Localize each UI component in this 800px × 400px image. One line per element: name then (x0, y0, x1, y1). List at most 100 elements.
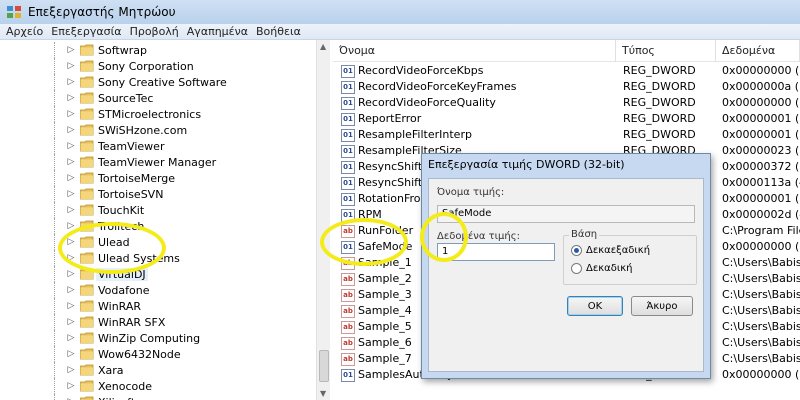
tree-item[interactable]: ▷ Ulead (0, 234, 316, 250)
menu-view[interactable]: Προβολή (128, 25, 185, 38)
expand-arrow-icon[interactable]: ▷ (66, 202, 76, 218)
tree-item[interactable]: ▷ Trolltech (0, 218, 316, 234)
tree-scrollbar[interactable]: ▲ ▼ (316, 40, 330, 400)
tree-item-label: Trolltech (98, 219, 145, 233)
folder-icon (80, 284, 94, 296)
menu-edit[interactable]: Επεξεργασία (49, 25, 127, 38)
expand-arrow-icon[interactable]: ▷ (66, 138, 76, 154)
expand-arrow-icon[interactable]: ▷ (66, 298, 76, 314)
tree-item[interactable]: ▷ WinZip Computing (0, 330, 316, 346)
value-name: Sample_1 (358, 256, 412, 269)
tree-item-label: Vodafone (98, 283, 150, 297)
tree-item[interactable]: ▷ Xenocode (0, 378, 316, 394)
value-data: C:\Users\Babis\D (722, 304, 800, 317)
string-value-icon: ab (341, 337, 355, 350)
tree-item-label: WinZip Computing (98, 331, 201, 345)
menu-help[interactable]: Βοήθεια (254, 25, 307, 38)
folder-icon (80, 92, 94, 104)
value-data: 0x00000000 (0) (722, 240, 800, 253)
expand-arrow-icon[interactable]: ▷ (66, 122, 76, 138)
expand-arrow-icon[interactable]: ▷ (66, 394, 76, 400)
value-data: 0x00000000 (0) (722, 64, 800, 77)
tree-item-label: Ulead Systems (98, 251, 180, 265)
radio-decimal[interactable]: Δεκαδική (571, 263, 632, 274)
tree-item[interactable]: ▷ Xilisoft (0, 394, 316, 400)
expand-arrow-icon[interactable]: ▷ (66, 42, 76, 58)
tree-item[interactable]: ▷ WinRAR SFX (0, 314, 316, 330)
value-name: RunFolder (358, 224, 414, 237)
expand-arrow-icon[interactable]: ▷ (66, 346, 76, 362)
expand-arrow-icon[interactable]: ▷ (66, 250, 76, 266)
value-data: C:\Program Files (722, 224, 800, 237)
scroll-down-icon[interactable]: ▼ (320, 389, 326, 398)
folder-icon (80, 108, 94, 120)
cancel-button[interactable]: Άκυρο (631, 296, 693, 316)
tree-item-label: STMicroelectronics (98, 107, 202, 121)
tree-item[interactable]: ▷ Wow6432Node (0, 346, 316, 362)
expand-arrow-icon[interactable]: ▷ (66, 314, 76, 330)
tree-item[interactable]: ▷ TouchKit (0, 202, 316, 218)
expand-arrow-icon[interactable]: ▷ (66, 266, 76, 282)
expand-arrow-icon[interactable]: ▷ (66, 234, 76, 250)
tree-item[interactable]: ▷ Softwrap (0, 42, 316, 58)
tree-item[interactable]: ▷ STMicroelectronics (0, 106, 316, 122)
tree-item[interactable]: ▷ WinRAR (0, 298, 316, 314)
tree-item[interactable]: ▷ SourceTec (0, 90, 316, 106)
tree-item[interactable]: ▷ Sony Corporation (0, 58, 316, 74)
tree-item-label: Xenocode (98, 379, 153, 393)
tree-item[interactable]: ▷ TortoiseSVN (0, 186, 316, 202)
tree-item[interactable]: ▷ Ulead Systems (0, 250, 316, 266)
radio-dot (571, 263, 582, 274)
expand-arrow-icon[interactable]: ▷ (66, 330, 76, 346)
value-data: 0x00000001 (1) (722, 112, 800, 125)
tree-item[interactable]: ▷ TeamViewer (0, 138, 316, 154)
expand-arrow-icon[interactable]: ▷ (66, 106, 76, 122)
expand-arrow-icon[interactable]: ▷ (66, 90, 76, 106)
tree-connector (54, 58, 66, 74)
folder-icon (80, 124, 94, 136)
registry-tree[interactable]: ▷ Softwrap ▷ Sony Corporation ▷ Sony Creative… (0, 40, 330, 400)
value-row[interactable]: 01ReportError REG_DWORD 0x00000001 (1) (333, 112, 800, 128)
column-header-data[interactable]: Δεδομένα (716, 40, 800, 62)
expand-arrow-icon[interactable]: ▷ (66, 218, 76, 234)
expand-arrow-icon[interactable]: ▷ (66, 362, 76, 378)
tree-item[interactable]: ▷ Xara (0, 362, 316, 378)
expand-arrow-icon[interactable]: ▷ (66, 282, 76, 298)
binary-value-icon: 01 (341, 129, 355, 142)
tree-connector (54, 90, 66, 106)
menu-file[interactable]: Αρχείο (4, 25, 49, 38)
value-row[interactable]: 01 RecordVideoForceKeyFrames REG_DWORD 0x00… (333, 80, 800, 96)
tree-item[interactable]: ▷ TortoiseMerge (0, 170, 316, 186)
folder-icon (80, 220, 94, 232)
column-header-name[interactable]: Όνομα (333, 40, 616, 62)
value-data: 0x0000113a (4410) (722, 176, 800, 189)
tree-item[interactable]: ▷ Sony Creative Software (0, 74, 316, 90)
folder-icon (80, 380, 94, 392)
menu-favorites[interactable]: Αγαπημένα (185, 25, 254, 38)
expand-arrow-icon[interactable]: ▷ (66, 378, 76, 394)
scrollbar-thumb[interactable] (319, 350, 329, 382)
tree-item[interactable]: ▷ VirtualDJ (0, 266, 316, 282)
tree-item-label: WinRAR SFX (98, 315, 166, 329)
value-name: SafeMode (358, 240, 413, 253)
tree-connector (54, 106, 66, 122)
expand-arrow-icon[interactable]: ▷ (66, 58, 76, 74)
value-data-input[interactable]: 1 (437, 243, 555, 261)
value-row[interactable]: 01 RecordVideoForceQuality REG_DWORD 0x0000… (333, 96, 800, 112)
expand-arrow-icon[interactable]: ▷ (66, 154, 76, 170)
scroll-up-icon[interactable]: ▲ (320, 42, 326, 51)
registry-editor-icon (7, 6, 21, 18)
ok-button[interactable]: OK (567, 296, 623, 316)
folder-icon (80, 252, 94, 264)
column-header-type[interactable]: Τύπος (616, 40, 716, 62)
expand-arrow-icon[interactable]: ▷ (66, 74, 76, 90)
tree-item[interactable]: ▷ Vodafone (0, 282, 316, 298)
value-row[interactable]: 01 RecordVideoForceKbps REG_DWORD 0x0000000… (333, 64, 800, 80)
radio-hexadecimal[interactable]: Δεκαεξαδική (571, 245, 650, 256)
value-type: REG_DWORD (623, 80, 696, 93)
expand-arrow-icon[interactable]: ▷ (66, 170, 76, 186)
expand-arrow-icon[interactable]: ▷ (66, 186, 76, 202)
tree-item[interactable]: ▷ SWiSHzone.com (0, 122, 316, 138)
tree-item[interactable]: ▷ TeamViewer Manager (0, 154, 316, 170)
value-row[interactable]: 01 ResampleFilterInterp REG_DWORD 0x0000000… (333, 128, 800, 144)
